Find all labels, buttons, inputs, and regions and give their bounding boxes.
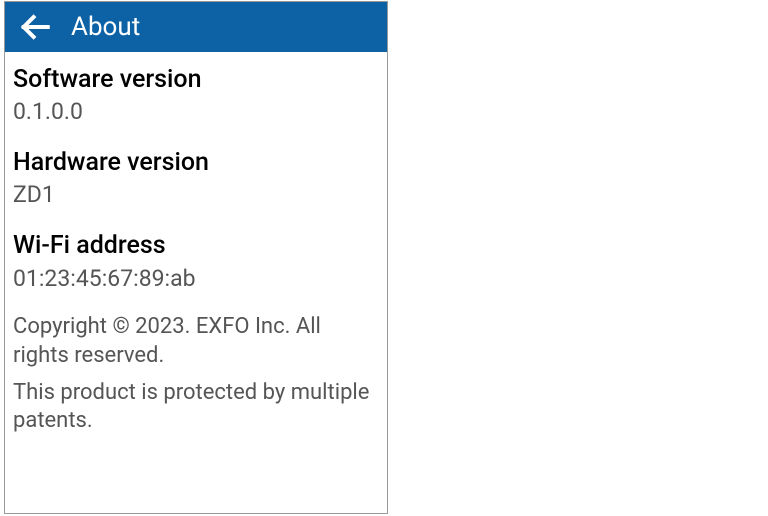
wifi-address-label: Wi-Fi address [13, 230, 379, 261]
hardware-version-value: ZD1 [13, 180, 379, 210]
page-title: About [71, 12, 140, 42]
software-version-value: 0.1.0.0 [13, 97, 379, 127]
hardware-version-block: Hardware version ZD1 [13, 147, 379, 210]
patents-text: This product is protected by multiple pa… [13, 379, 379, 436]
software-version-block: Software version 0.1.0.0 [13, 64, 379, 127]
about-screen: About Software version 0.1.0.0 Hardware … [4, 1, 388, 514]
software-version-label: Software version [13, 64, 379, 95]
content-area: Software version 0.1.0.0 Hardware versio… [5, 52, 387, 513]
app-header: About [5, 2, 387, 52]
wifi-address-value: 01:23:45:67:89:ab [13, 264, 379, 294]
back-button[interactable] [15, 7, 55, 47]
arrow-left-icon [18, 10, 52, 44]
wifi-address-block: Wi-Fi address 01:23:45:67:89:ab [13, 230, 379, 293]
copyright-text: Copyright © 2023. EXFO Inc. All rights r… [13, 313, 379, 370]
hardware-version-label: Hardware version [13, 147, 379, 178]
